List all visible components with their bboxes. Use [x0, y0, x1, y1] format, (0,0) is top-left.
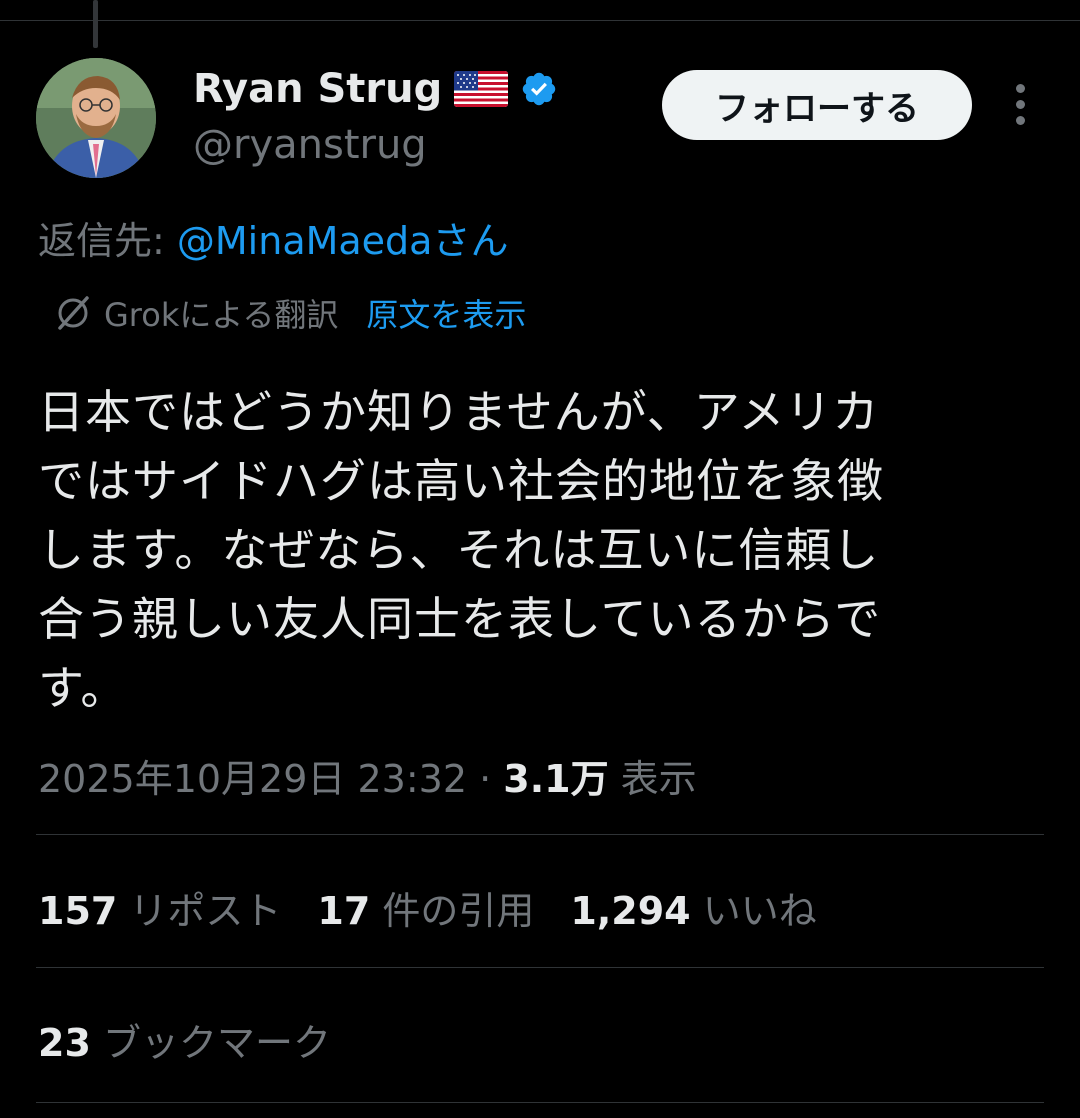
- divider: [36, 967, 1044, 968]
- show-original-link[interactable]: 原文を表示: [366, 290, 526, 336]
- translation-row: Grokによる翻訳 原文を表示: [50, 290, 526, 336]
- divider: [36, 834, 1044, 835]
- tweet-text-line: す。: [38, 661, 128, 715]
- tweet-text: 日本ではどうか知りませんが、アメリカ ではサイドハグは高い社会的地位を象徴 しま…: [38, 378, 1048, 723]
- reposts-count: 157: [38, 889, 118, 933]
- engagement-stats: 157 リポスト 17 件の引用 1,294 いいね: [38, 880, 817, 935]
- timestamp-link[interactable]: 2025年10月29日 23:32: [38, 757, 467, 801]
- grok-icon: [58, 296, 89, 330]
- bookmarks-label: ブックマーク: [90, 1021, 331, 1065]
- verified-badge-icon[interactable]: [520, 70, 558, 108]
- divider: [36, 1102, 1044, 1103]
- top-divider: [0, 20, 1080, 21]
- reply-mention-link[interactable]: @MinaMaedaさん: [177, 219, 509, 263]
- reply-to-line: 返信先: @MinaMaedaさん: [38, 210, 508, 265]
- quotes-count: 17: [317, 889, 371, 933]
- us-flag-icon: [454, 71, 509, 107]
- likes-label: いいね: [690, 889, 817, 933]
- author-name-row[interactable]: Ryan Strug: [193, 66, 558, 112]
- tweet-text-line: 合う親しい友人同士を表しているからで: [38, 592, 882, 646]
- author-handle[interactable]: @ryanstrug: [193, 122, 427, 168]
- likes-stat[interactable]: 1,294 いいね: [570, 880, 816, 935]
- tweet-text-line: 日本ではどうか知りませんが、アメリカ: [38, 385, 880, 439]
- author-display-name[interactable]: Ryan Strug: [193, 66, 442, 112]
- meta-separator: ·: [467, 757, 504, 801]
- reposts-stat[interactable]: 157 リポスト: [38, 880, 281, 935]
- avatar[interactable]: [36, 58, 156, 178]
- reposts-label: リポスト: [117, 889, 282, 933]
- translation-label: Grokによる翻訳: [104, 296, 339, 334]
- thread-connector-line: [93, 0, 98, 48]
- follow-button[interactable]: フォローする: [662, 70, 972, 140]
- tweet-text-line: します。なぜなら、それは互いに信頼し: [38, 523, 880, 577]
- reply-to-prefix: 返信先:: [38, 219, 177, 263]
- more-options-icon[interactable]: [1005, 84, 1035, 128]
- views-label: 表示: [608, 757, 697, 801]
- quotes-label: 件の引用: [370, 889, 535, 933]
- bookmarks-count: 23: [38, 1021, 91, 1065]
- tweet-text-line: ではサイドハグは高い社会的地位を象徴: [38, 454, 884, 508]
- avatar-photo-icon: [36, 58, 156, 178]
- quotes-stat[interactable]: 17 件の引用: [317, 880, 534, 935]
- bookmarks-stat[interactable]: 23 ブックマーク: [38, 1012, 331, 1067]
- likes-count: 1,294: [570, 889, 691, 933]
- tweet-meta: 2025年10月29日 23:32 · 3.1万 表示: [38, 748, 697, 803]
- views-count: 3.1万: [503, 757, 609, 801]
